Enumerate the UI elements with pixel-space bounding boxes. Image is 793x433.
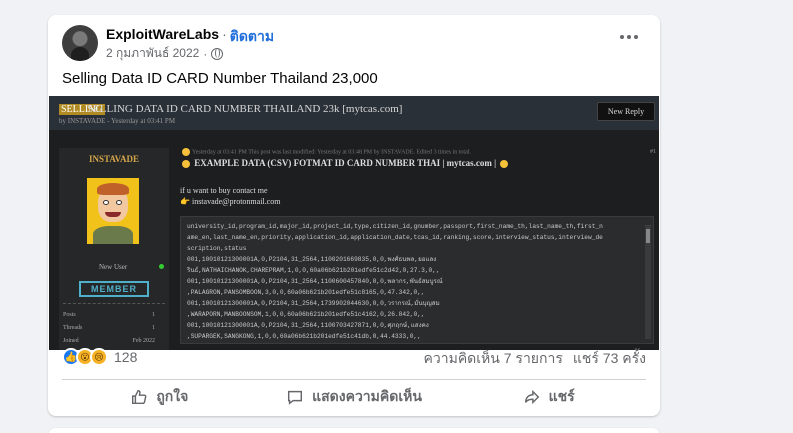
follow-link[interactable]: ติดตาม: [230, 26, 274, 48]
post-date[interactable]: 2 กุมภาพันธ์ 2022: [106, 44, 199, 63]
comment-label: แสดงความคิดเห็น: [312, 388, 422, 404]
forum-user-avatar: [87, 178, 139, 244]
grin-emoji-icon: [500, 159, 509, 168]
thumbs-up-icon: [132, 389, 147, 405]
forum-post-meta: Yesterday at 03:41 PM This post was last…: [180, 148, 654, 156]
code-scrollbar: [645, 225, 651, 339]
online-indicator-icon: [159, 264, 164, 269]
reaction-count[interactable]: 128: [114, 349, 137, 365]
user-stat-row: Posts 1: [63, 312, 155, 318]
share-label: แชร์: [548, 388, 575, 404]
thread-title: SELLING DATA ID CARD NUMBER THAILAND 23k…: [87, 103, 403, 115]
member-badge: MEMBER: [79, 281, 149, 297]
forum-post-number: #1: [650, 149, 656, 155]
comment-button[interactable]: แสดงความคิดเห็น: [257, 381, 452, 413]
next-post-card: [48, 428, 660, 433]
csv-code-block: university_id,program_id,major_id,projec…: [180, 216, 654, 344]
share-count-link[interactable]: แชร์ 73 ครั้ง: [573, 348, 646, 370]
post-text: Selling Data ID CARD Number Thailand 23,…: [62, 70, 378, 87]
forum-post-title: EXAMPLE DATA (CSV) FOTMAT ID CARD NUMBER…: [180, 158, 510, 168]
post-actions: ถูกใจ แสดงความคิดเห็น แชร์: [62, 381, 646, 413]
forum-thread-header: SELLING SELLING DATA ID CARD NUMBER THAI…: [49, 96, 659, 130]
forum-user-panel: INSTAVADE New User MEMBER Posts 1 Threads…: [59, 148, 169, 350]
thread-byline: by INSTAVADE - Yesterday at 03:41 PM: [59, 117, 176, 125]
post-meta: 2 กุมภาพันธ์ 2022 ·: [106, 44, 224, 63]
post-image[interactable]: SELLING SELLING DATA ID CARD NUMBER THAI…: [49, 96, 659, 350]
share-icon: [524, 389, 539, 405]
comment-icon: [288, 390, 303, 405]
like-button[interactable]: ถูกใจ: [62, 381, 257, 413]
globe-icon: [211, 47, 224, 60]
divider: [62, 379, 646, 380]
comment-count-link[interactable]: ความคิดเห็น 7 รายการ: [424, 348, 563, 370]
user-stat-row: Threads 1: [63, 325, 155, 331]
dot-icon: [627, 35, 631, 39]
dot-icon: [634, 35, 638, 39]
forum-user-rank: New User: [99, 263, 128, 271]
reactions-summary[interactable]: 👍 😮 😢 128: [62, 348, 137, 366]
dot-icon: [620, 35, 624, 39]
forum-username: INSTAVADE: [88, 154, 140, 164]
sad-reaction-icon: 😢: [90, 348, 108, 366]
share-button[interactable]: แชร์: [451, 381, 646, 413]
grin-emoji-icon: [182, 159, 190, 168]
user-stat-row: Joined Feb 2022: [63, 338, 155, 344]
post-card: ExploitWareLabs · ติดตาม 2 กุมภาพันธ์ 20…: [48, 15, 660, 416]
more-options-button[interactable]: [620, 35, 638, 39]
new-reply-button: New Reply: [597, 102, 655, 121]
post-stats: ความคิดเห็น 7 รายการ แชร์ 73 ครั้ง: [424, 348, 647, 370]
author-avatar[interactable]: [62, 25, 98, 61]
separator-dot: ·: [203, 46, 208, 61]
forum-post-body: if u want to buy contact me 👉 instavade@…: [180, 186, 281, 206]
like-label: ถูกใจ: [156, 388, 189, 404]
